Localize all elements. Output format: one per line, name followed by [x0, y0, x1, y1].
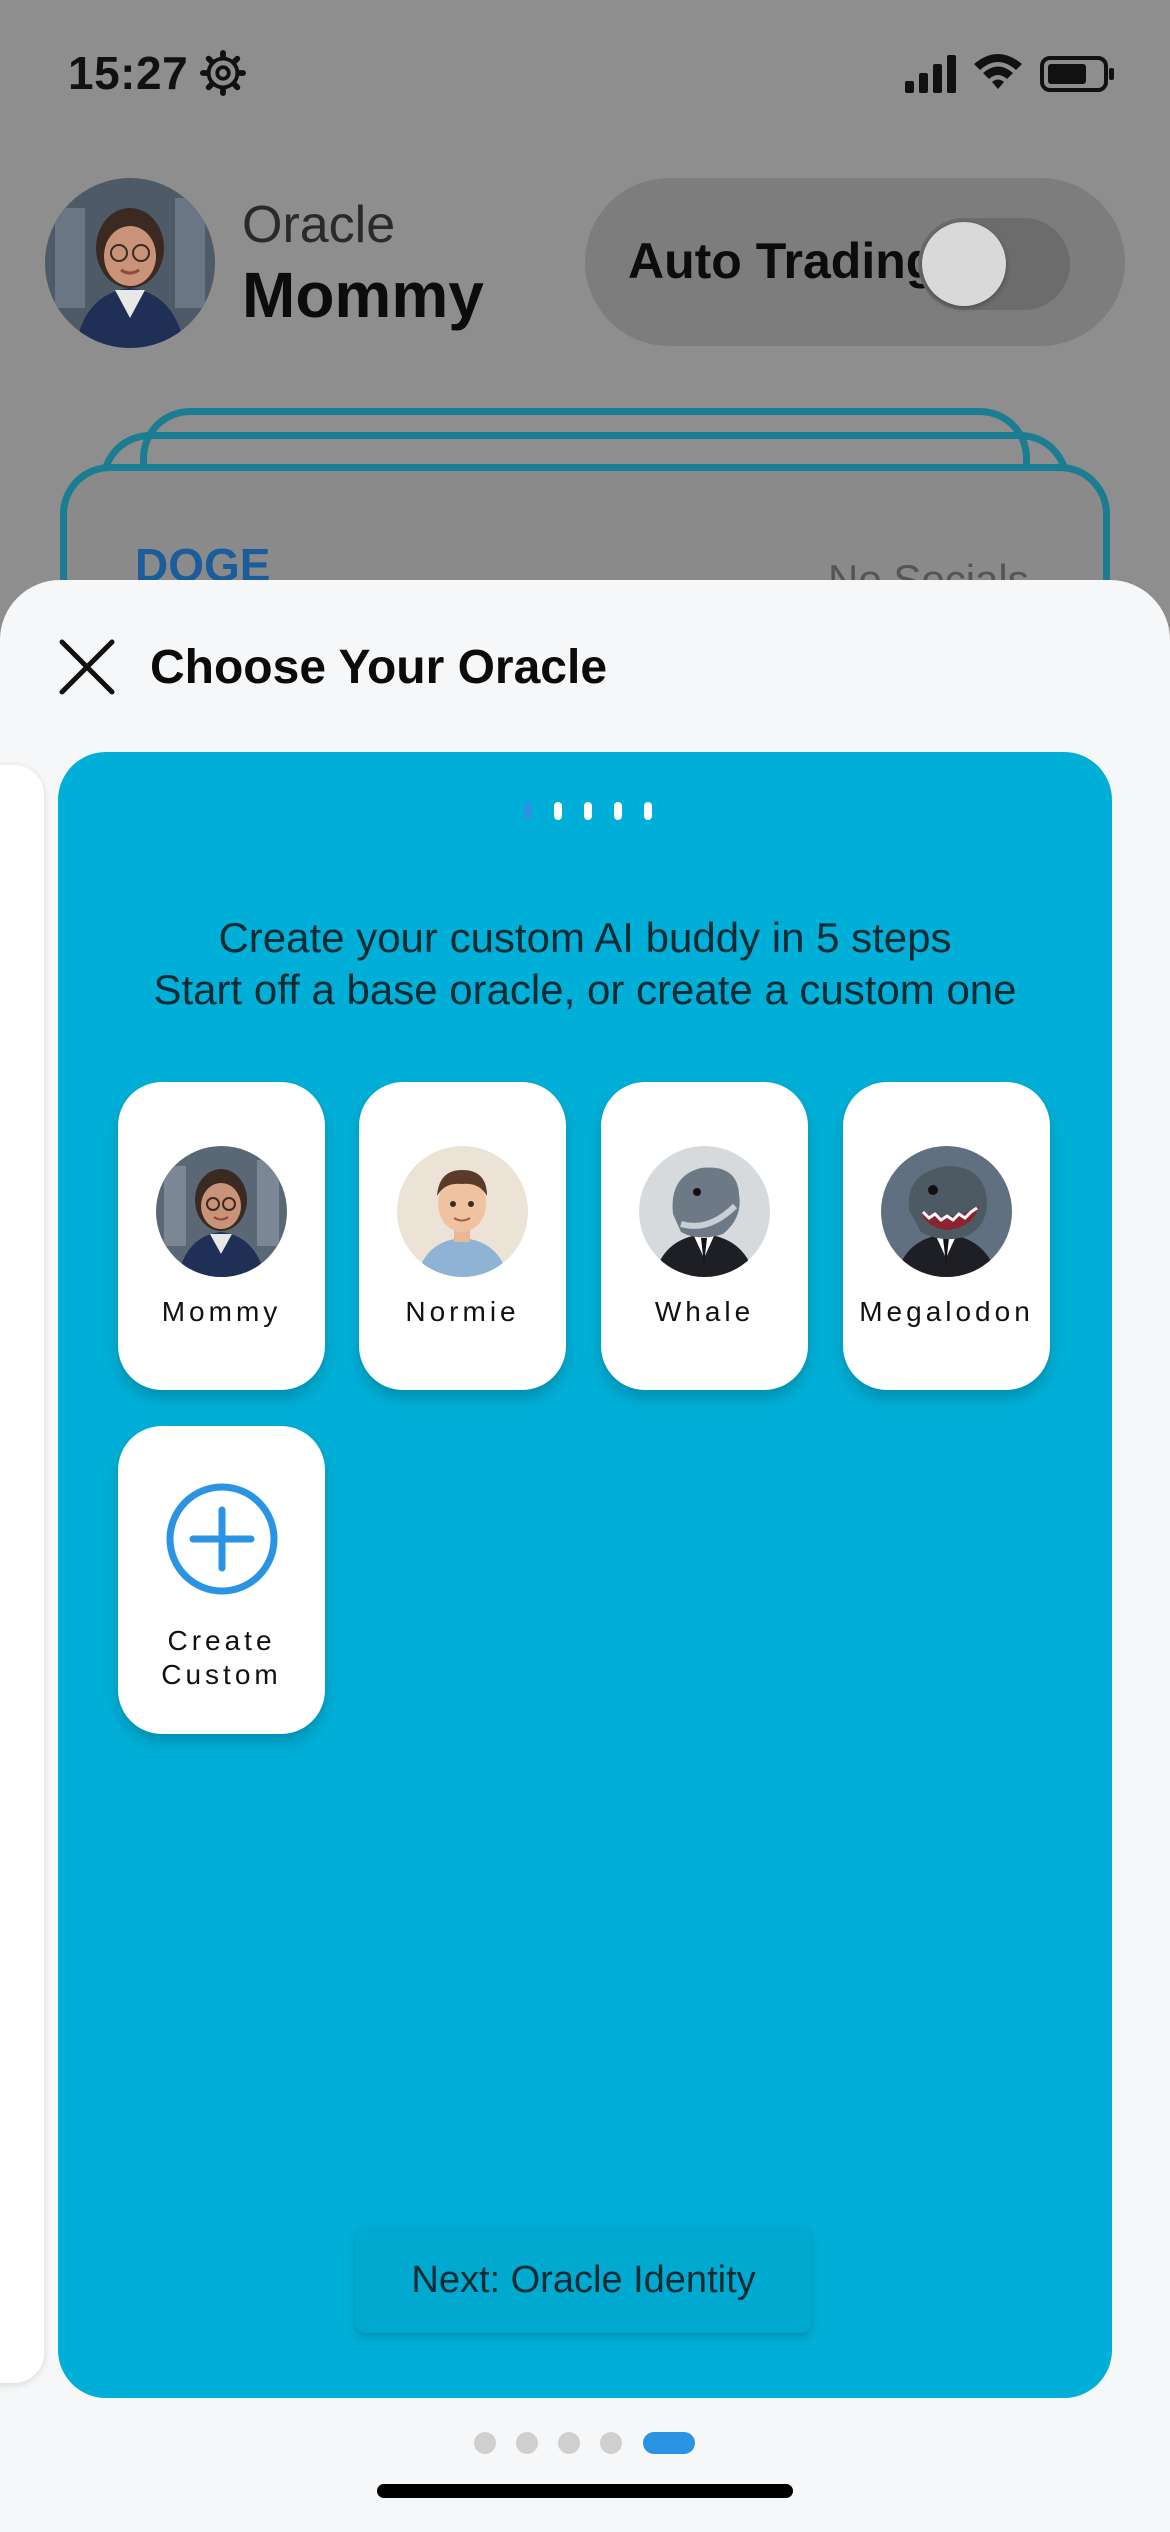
wizard-step-dot — [554, 802, 562, 820]
toggle-knob — [922, 222, 1006, 306]
page-dot — [558, 2432, 580, 2454]
intro-line-2: Start off a base oracle, or create a cus… — [153, 966, 1017, 1013]
oracle-option-whale[interactable]: Whale — [601, 1082, 808, 1390]
oracle-option-megalodon[interactable]: Megalodon — [843, 1082, 1050, 1390]
sheet-page-indicator[interactable] — [470, 2428, 710, 2458]
page-dot-active — [643, 2432, 695, 2454]
intro-line-1: Create your custom AI buddy in 5 steps — [218, 914, 952, 961]
sheet-title: Choose Your Oracle — [150, 641, 608, 694]
cellular-signal-icon — [905, 55, 956, 93]
page-dot — [474, 2432, 496, 2454]
status-time: 15:27 — [68, 47, 189, 99]
wizard-step-dot — [614, 802, 622, 820]
oracle-option-label: Megalodon — [859, 1296, 1034, 1327]
create-custom-line-1: Create — [167, 1625, 276, 1656]
plus-circle-icon — [166, 1483, 278, 1595]
create-custom-oracle-button[interactable]: Create Custom — [118, 1426, 325, 1734]
wizard-step-indicator — [524, 802, 652, 820]
choose-oracle-sheet: Choose Your Oracle Create your custom AI… — [0, 580, 1170, 2532]
oracle-label: Oracle — [242, 196, 396, 254]
oracle-option-label: Mommy — [161, 1296, 282, 1327]
auto-trading-toggle[interactable] — [918, 218, 1070, 310]
wifi-icon — [974, 54, 1022, 89]
oracle-option-mommy[interactable]: Mommy — [118, 1082, 325, 1390]
oracle-avatar[interactable] — [45, 178, 215, 348]
close-icon[interactable] — [56, 636, 118, 698]
create-custom-line-2: Custom — [161, 1659, 282, 1690]
oracle-name[interactable]: Mommy — [242, 258, 484, 332]
normie-avatar — [397, 1146, 528, 1277]
mommy-avatar — [156, 1146, 287, 1277]
previous-wizard-card[interactable] — [0, 765, 44, 2383]
auto-trading-label: Auto Trading — [628, 233, 937, 289]
oracle-option-label: Normie — [405, 1296, 520, 1327]
megalodon-avatar — [881, 1146, 1012, 1277]
page-dot — [516, 2432, 538, 2454]
oracle-option-label: Whale — [654, 1296, 755, 1327]
oracle-wizard-card: Create your custom AI buddy in 5 steps S… — [58, 752, 1112, 2398]
settings-gear-icon — [200, 50, 246, 96]
home-indicator — [377, 2484, 793, 2498]
wizard-step-dot — [584, 802, 592, 820]
page-dot — [600, 2432, 622, 2454]
wizard-step-dot — [524, 802, 532, 820]
oracle-option-normie[interactable]: Normie — [359, 1082, 566, 1390]
create-custom-label: Create Custom — [118, 1624, 325, 1692]
wizard-step-dot — [644, 802, 652, 820]
next-oracle-identity-button[interactable]: Next: Oracle Identity — [356, 2228, 811, 2333]
wizard-intro: Create your custom AI buddy in 5 steps S… — [58, 912, 1112, 1016]
battery-icon — [1040, 56, 1114, 92]
whale-avatar — [639, 1146, 770, 1277]
